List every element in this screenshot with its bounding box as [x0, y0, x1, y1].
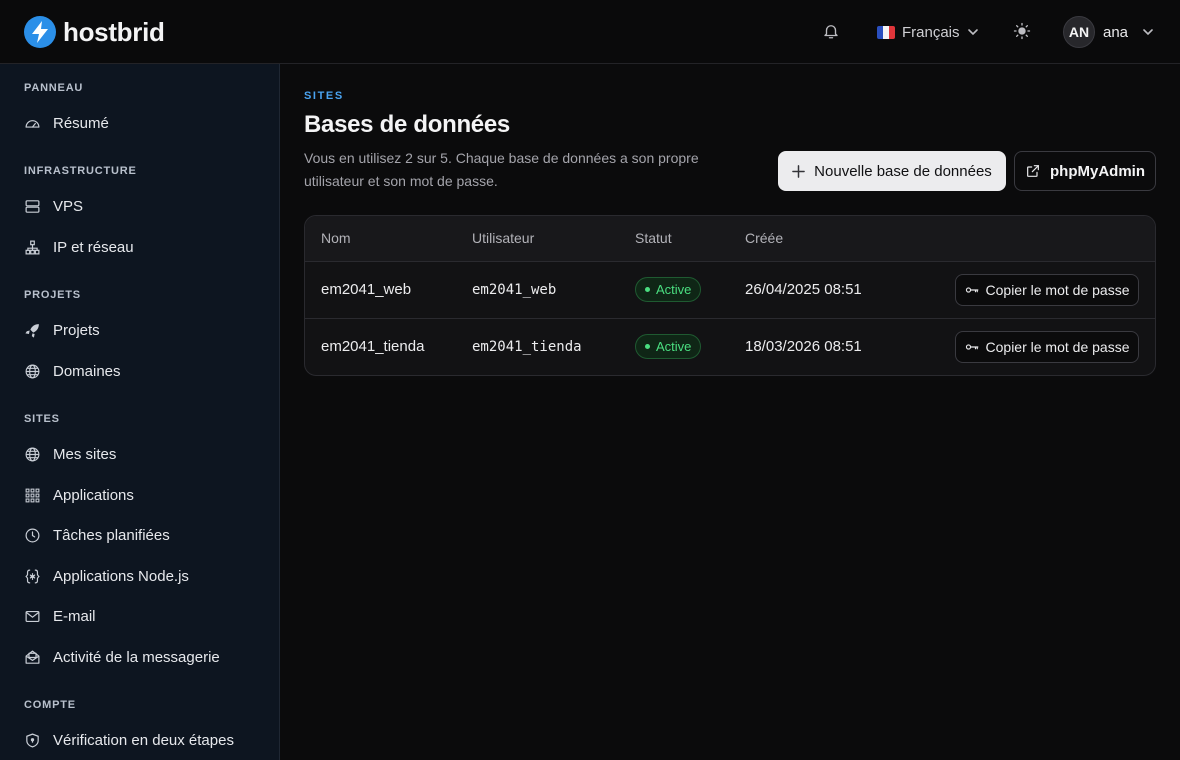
sidebar-item-label: Résumé [53, 114, 109, 132]
column-header-creee: Créée [745, 230, 784, 246]
mail-icon [25, 610, 40, 622]
sidebar-item-label: Domaines [53, 362, 121, 380]
user-menu[interactable]: AN ana [1063, 16, 1154, 48]
clock-icon [25, 528, 40, 542]
status-badge: Active [635, 277, 702, 302]
language-label: Français [902, 23, 960, 41]
sidebar-item-verification-deux-etapes[interactable]: Vérification en deux étapes [24, 728, 234, 752]
sidebar-item-label: Tâches planifiées [53, 526, 170, 544]
sidebar-section-infrastructure: INFRASTRUCTURE [24, 165, 137, 177]
grid-icon [25, 488, 40, 502]
sidebar-item-label: Projets [53, 321, 100, 339]
sidebar-item-ip-reseau[interactable]: IP et réseau [24, 235, 134, 259]
sidebar-section-projets: PROJETS [24, 289, 81, 301]
cell-created: 26/04/2025 08:51 [745, 281, 862, 298]
user-name: ana [1103, 23, 1129, 41]
shield-icon [26, 733, 39, 747]
sidebar-item-projets[interactable]: Projets [24, 318, 100, 342]
status-label: Active [656, 282, 692, 297]
sidebar-item-label: Mes sites [53, 445, 117, 463]
gauge-icon [25, 119, 40, 128]
section-eyebrow: SITES [304, 90, 344, 102]
copy-password-label: Copier le mot de passe [985, 339, 1130, 355]
cell-user: em2041_tienda [472, 339, 582, 355]
bell-icon[interactable] [822, 22, 840, 40]
column-header-statut: Statut [635, 230, 672, 246]
chevron-down-icon [1143, 29, 1153, 36]
sidebar-item-domaines[interactable]: Domaines [24, 359, 121, 383]
external-link-icon [1027, 165, 1039, 177]
sidebar-item-vps[interactable]: VPS [24, 194, 83, 218]
bolt-icon [24, 16, 56, 48]
new-database-button[interactable]: Nouvelle base de données [778, 151, 1006, 191]
cell-name: em2041_web [321, 281, 412, 298]
sidebar-item-label: VPS [53, 197, 84, 215]
sidebar-item-email[interactable]: E-mail [24, 604, 96, 628]
sidebar: PANNEAU Résumé INFRASTRUCTURE VPS IP et … [0, 64, 280, 760]
sidebar-item-applications-nodejs[interactable]: Applications Node.js [24, 564, 189, 588]
sidebar-section-panneau: PANNEAU [24, 82, 84, 94]
sidebar-section-sites: SITES [24, 413, 60, 425]
cell-name: em2041_tienda [321, 338, 425, 355]
status-label: Active [656, 339, 692, 354]
column-header-utilisateur: Utilisateur [472, 230, 535, 246]
sidebar-item-label: Vérification en deux étapes [53, 731, 234, 749]
sidebar-item-label: IP et réseau [53, 238, 134, 256]
key-icon [965, 287, 978, 293]
avatar: AN [1063, 16, 1095, 48]
mail-open-icon [25, 650, 40, 664]
sidebar-item-label: Applications Node.js [53, 567, 189, 585]
server-icon [25, 199, 40, 213]
brand-logo[interactable]: hostbrid [24, 16, 165, 48]
brand-name: hostbrid [63, 16, 165, 47]
phpmyadmin-label: phpMyAdmin [1050, 162, 1145, 180]
sun-icon[interactable] [1013, 22, 1031, 40]
sidebar-section-compte: COMPTE [24, 699, 76, 711]
network-icon [25, 240, 40, 254]
france-flag-icon [877, 25, 895, 39]
table-row: em2041_tienda em2041_tienda Active 18/03… [305, 319, 1155, 375]
copy-password-label: Copier le mot de passe [985, 282, 1130, 298]
rocket-icon [25, 323, 39, 338]
column-header-nom: Nom [321, 230, 351, 246]
sidebar-item-resume[interactable]: Résumé [24, 111, 109, 135]
copy-password-button[interactable]: Copier le mot de passe [955, 274, 1139, 306]
copy-password-button[interactable]: Copier le mot de passe [955, 331, 1139, 363]
phpmyadmin-button[interactable]: phpMyAdmin [1014, 151, 1156, 191]
sidebar-item-activite-messagerie[interactable]: Activité de la messagerie [24, 645, 220, 669]
databases-table: Nom Utilisateur Statut Créée em2041_web … [304, 215, 1156, 376]
sidebar-item-applications[interactable]: Applications [24, 483, 134, 507]
globe-icon [25, 447, 40, 461]
globe-icon [25, 364, 40, 378]
status-dot-icon [645, 287, 650, 292]
table-row: em2041_web em2041_web Active 26/04/2025 … [305, 262, 1155, 319]
cell-user: em2041_web [472, 282, 557, 298]
sidebar-item-label: E-mail [53, 607, 96, 625]
page-title: Bases de données [304, 111, 510, 138]
sidebar-item-label: Applications [53, 486, 134, 504]
new-database-label: Nouvelle base de données [814, 162, 992, 180]
table-header: Nom Utilisateur Statut Créée [305, 216, 1155, 262]
braces-icon [25, 569, 40, 583]
key-icon [965, 344, 978, 350]
chevron-down-icon [967, 29, 978, 36]
status-badge: Active [635, 334, 702, 359]
top-bar: hostbrid Français AN ana [0, 0, 1180, 64]
sidebar-item-taches-planifiees[interactable]: Tâches planifiées [24, 523, 170, 547]
cell-created: 18/03/2026 08:51 [745, 338, 862, 355]
page-description: Vous en utilisez 2 sur 5. Chaque base de… [304, 150, 699, 189]
sidebar-item-mes-sites[interactable]: Mes sites [24, 442, 116, 466]
sidebar-item-label: Activité de la messagerie [53, 648, 220, 666]
status-dot-icon [645, 344, 650, 349]
main-content: SITES Bases de données Vous en utilisez … [280, 64, 1180, 760]
language-selector[interactable]: Français [877, 20, 979, 44]
plus-icon [792, 164, 805, 178]
